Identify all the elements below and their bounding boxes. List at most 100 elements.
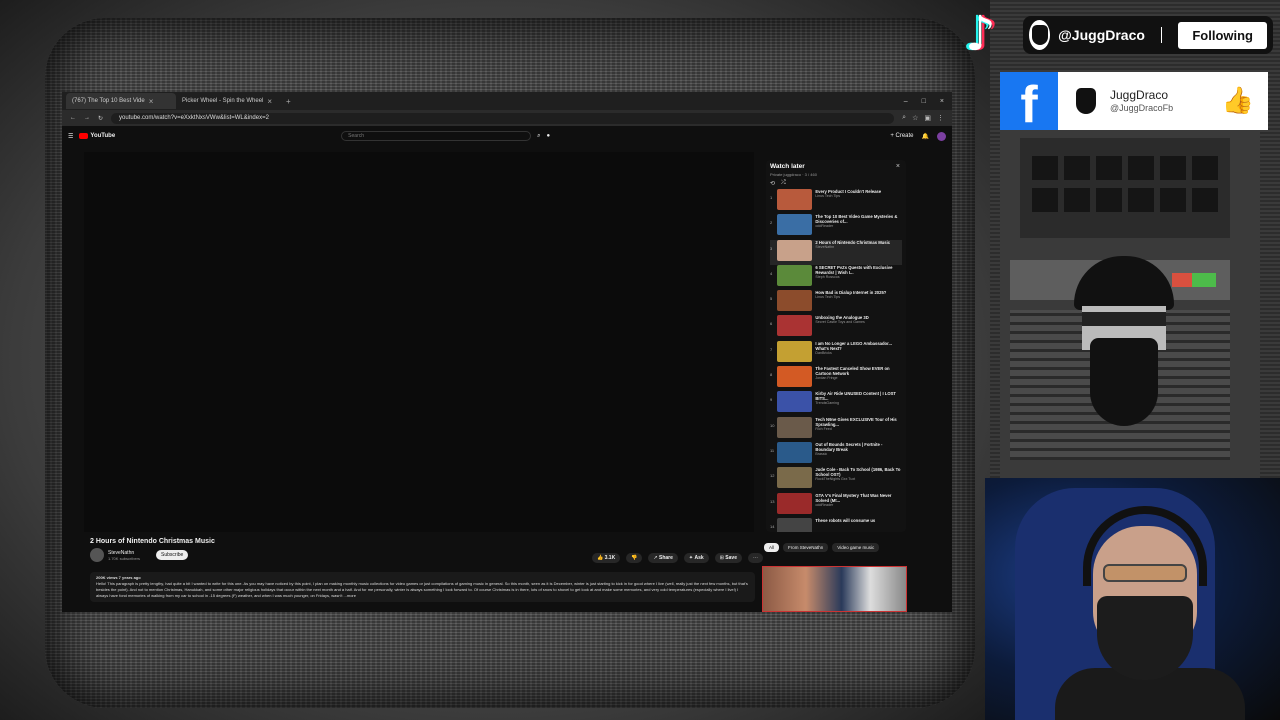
- video-title: 2 Hours of Nintendo Christmas Music: [90, 538, 215, 545]
- playlist-item-title: 2 Hours of Nintendo Christmas Music: [815, 239, 891, 245]
- loop-icon[interactable]: ⟲: [770, 180, 775, 187]
- minimize-icon[interactable]: –: [904, 98, 908, 105]
- notifications-icon[interactable]: 🔔: [922, 133, 929, 140]
- playlist-thumbnail[interactable]: [776, 290, 813, 312]
- playlist-thumbnail[interactable]: [777, 492, 813, 514]
- playlist-item[interactable]: 11 Out of Bounds Secrets | Fortnite - Bou…: [770, 441, 902, 467]
- youtube-header: ☰ YouTube Search ⌕ ● + Create 🔔: [62, 126, 952, 146]
- playlist-item[interactable]: 9 Kirby Air Ride UNUSED Content | I LOST …: [770, 391, 902, 416]
- playlist-thumbnail[interactable]: [777, 416, 813, 438]
- playlist-thumbnail[interactable]: [777, 467, 813, 489]
- playlist-thumbnail[interactable]: [776, 239, 813, 261]
- playlist-item-title: Out of Bounds Secrets | Fortnite - Bound…: [815, 441, 883, 452]
- tab-label: Picker Wheel - Spin the Wheel: [182, 98, 264, 104]
- playlist-thumbnail[interactable]: [777, 441, 813, 463]
- dislike-button[interactable]: 👎: [626, 553, 643, 563]
- playlist-item[interactable]: 10 Tech N9ne Gives EXCLUSIVE Tour of His …: [770, 416, 902, 442]
- playlist-item-text: Kirby Air Ride UNUSED Content | I LOST B…: [815, 391, 902, 405]
- search-icon[interactable]: ⌕: [537, 133, 540, 140]
- playlist-item-text: 6 SECRET PvZs Quests with Exclusive Rewa…: [815, 265, 902, 279]
- recommendation-chips: All From SteveNathn Video game music: [764, 543, 880, 552]
- extension-icon[interactable]: ▣: [924, 114, 931, 122]
- playlist-thumbnail[interactable]: [776, 340, 813, 362]
- playlist-item-channel: Steph Rosscos: [815, 274, 840, 279]
- maximize-icon[interactable]: □: [922, 98, 926, 105]
- more-icon[interactable]: ⋯: [747, 553, 763, 563]
- create-button[interactable]: + Create: [890, 133, 913, 139]
- search-input[interactable]: Search: [341, 131, 532, 141]
- playlist-item-channel: oddReader: [815, 502, 834, 507]
- playlist-thumbnail[interactable]: [776, 189, 813, 210]
- save-button[interactable]: ⊞ Save: [714, 553, 742, 563]
- new-tab-button[interactable]: +: [286, 97, 291, 106]
- playlist-item[interactable]: 1 Every Product I Couldn't Release Linus T…: [770, 189, 902, 214]
- tab-picker-wheel[interactable]: Picker Wheel - Spin the Wheel ×: [176, 93, 286, 109]
- tab-youtube[interactable]: (767) The Top 10 Best Vide ×: [66, 93, 176, 109]
- forward-icon[interactable]: →: [84, 115, 90, 121]
- subscribe-button[interactable]: Subscribe: [156, 550, 189, 560]
- description-box[interactable]: 200K views 7 years ago Hello! This parag…: [90, 572, 755, 602]
- avatar: [1070, 82, 1102, 118]
- playlist-item[interactable]: 14 These robots will consume us: [770, 517, 902, 532]
- video-player[interactable]: [84, 152, 754, 532]
- playlist-thumbnail[interactable]: [776, 214, 813, 236]
- playlist-item-title: Kirby Air Ride UNUSED Content | I LOST B…: [815, 391, 896, 402]
- recommended-video-thumbnail[interactable]: [762, 566, 907, 612]
- tab-label: (767) The Top 10 Best Vide: [72, 98, 145, 104]
- channel-avatar[interactable]: [90, 548, 104, 562]
- playlist-meta: Private juggdraco · 3 / 460: [770, 172, 817, 177]
- playlist-item[interactable]: 2 The Top 10 Best Video Game Mysteries & …: [770, 214, 902, 239]
- mic-icon[interactable]: ●: [547, 133, 551, 139]
- subscriber-count: 1.70K subscribers: [108, 555, 141, 561]
- hamburger-icon[interactable]: ☰: [68, 133, 73, 140]
- ask-button[interactable]: ✦ Ask: [683, 553, 709, 563]
- reload-icon[interactable]: ↻: [98, 115, 103, 122]
- close-icon[interactable]: ×: [149, 97, 154, 106]
- playlist-index: 4: [770, 270, 773, 276]
- playlist-item-text: These robots will consume us: [815, 518, 902, 523]
- facebook-card: f JuggDraco @JuggDracoFb 👍: [1000, 72, 1268, 134]
- channel-info: SteveNathn 1.70K subscribers: [108, 550, 140, 561]
- playlist-index: 3: [770, 245, 773, 251]
- playlist-item[interactable]: 5 How Bad is Dialup Internet in 2025? Linu…: [770, 290, 902, 315]
- youtube-logo[interactable]: YouTube: [79, 133, 115, 139]
- playlist-item-channel: Linus Tech Tips: [815, 295, 841, 300]
- playlist-item-channel: SteveNathn: [815, 244, 835, 249]
- playlist-thumbnail[interactable]: [776, 391, 813, 413]
- playlist-item[interactable]: 3 2 Hours of Nintendo Christmas Music Stev…: [770, 239, 902, 265]
- zoom-icon[interactable]: ⌕: [902, 114, 906, 122]
- close-window-icon[interactable]: ×: [940, 98, 944, 105]
- bookmark-star-icon[interactable]: ☆: [912, 114, 918, 122]
- playlist-item[interactable]: 8 The Fastest Canceled Show EVER on Carto…: [770, 366, 902, 391]
- back-icon[interactable]: ←: [70, 115, 76, 121]
- playlist-thumbnail[interactable]: [777, 517, 813, 532]
- avatar[interactable]: [937, 131, 946, 141]
- close-icon[interactable]: ×: [896, 163, 900, 170]
- playlist-item[interactable]: 12 Jude Cole - Back To School (1986, Back…: [770, 467, 902, 492]
- chip-video-game-music[interactable]: Video game music: [832, 543, 880, 552]
- playlist-thumbnail[interactable]: [776, 264, 813, 286]
- bearded-mascot-logo: [1068, 256, 1180, 426]
- playlist-thumbnail[interactable]: [776, 315, 813, 337]
- following-button[interactable]: Following: [1178, 21, 1267, 49]
- description-text: Hello! This paragraph is pretty lengthy,…: [96, 581, 748, 598]
- close-icon[interactable]: ×: [267, 97, 272, 106]
- facebook-name: JuggDraco: [1110, 88, 1169, 102]
- url-field[interactable]: youtube.com/watch?v=eXxktNxsVWw&list=WL&…: [111, 112, 895, 124]
- chip-from-channel[interactable]: From SteveNathn: [783, 543, 829, 552]
- playlist-item[interactable]: 7 I am No Longer a LEGO Ambassador... Wha…: [770, 340, 902, 366]
- playlist-item[interactable]: 13 GTA V's Final Mystery That Was Never S…: [770, 492, 902, 518]
- header-actions: + Create 🔔: [890, 131, 946, 141]
- playlist-thumbnail[interactable]: [776, 366, 813, 388]
- tiktok-pill: @JuggDraco Following: [1023, 16, 1273, 54]
- playlist-item[interactable]: 4 6 SECRET PvZs Quests with Exclusive Rew…: [770, 264, 902, 290]
- playlist-index: 1: [770, 195, 773, 200]
- playlist-controls: ⟲ ⤮: [770, 180, 902, 187]
- menu-kebab-icon[interactable]: ⋮: [937, 114, 944, 122]
- share-button[interactable]: ↗ Share: [648, 553, 678, 563]
- chip-all[interactable]: All: [764, 543, 780, 552]
- playlist-item[interactable]: 6 Unboxing the Analogue 3D Secret Castle T…: [770, 315, 902, 340]
- like-button[interactable]: 👍 3.1K: [592, 553, 621, 563]
- shuffle-icon[interactable]: ⤮: [781, 180, 786, 187]
- playlist-index: 2: [770, 220, 773, 226]
